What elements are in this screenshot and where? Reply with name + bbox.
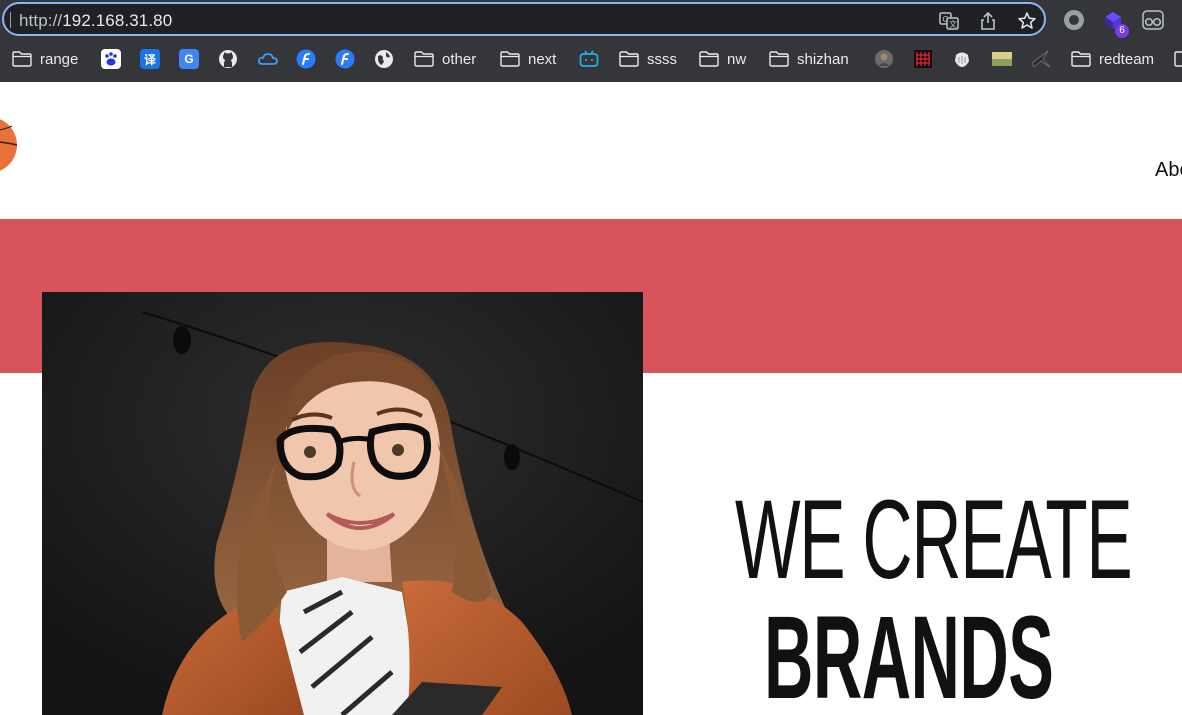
bookmark-label: next [528, 50, 557, 68]
bookmark-star-icon[interactable] [1016, 10, 1038, 32]
bookmark-red-grid[interactable] [913, 48, 933, 70]
bookmark-label: range [40, 50, 79, 68]
baidu-paw-icon [101, 49, 121, 69]
bookmark-translate-yi[interactable]: 译 [140, 48, 160, 70]
folder-icon [769, 51, 789, 67]
bookmark-cloud[interactable] [257, 48, 279, 70]
browser-chrome: http://192.168.31.80 G文 6 range 译 G othe… [0, 0, 1182, 82]
bookmark-label: nw [727, 50, 747, 68]
bookmark-folder-redteam[interactable]: redteam [1071, 48, 1154, 70]
red-grid-icon [914, 50, 932, 68]
bookmark-google-translate[interactable]: G [179, 48, 199, 70]
bookmark-folder-ssss[interactable]: ssss [619, 48, 677, 70]
cloud-icon [257, 53, 278, 65]
translate-yi-icon: 译 [140, 49, 160, 69]
thumbnail-icon [992, 52, 1012, 66]
hero-headline-light: WE CREATE [735, 477, 1133, 602]
folder-icon [414, 51, 434, 67]
hero-headline-bold: BRANDS [764, 592, 1054, 715]
bilibili-tv-icon [579, 50, 599, 67]
bookmark-white-creature[interactable] [952, 48, 972, 70]
bookmark-bilibili[interactable] [579, 48, 599, 70]
bookmark-folder-nw[interactable]: nw [699, 48, 746, 70]
bookmark-label: other [442, 50, 477, 68]
folder-icon [500, 51, 520, 67]
bookmark-dark-bird[interactable] [1030, 48, 1052, 70]
bookmark-folder-next[interactable]: next [500, 48, 556, 70]
bookmark-avatar[interactable] [874, 48, 894, 70]
bookmark-folder-shizhan[interactable]: shizhan [769, 48, 849, 70]
white-creature-icon [955, 52, 969, 67]
woman-portrait-image [42, 292, 643, 715]
globe-icon [375, 50, 393, 68]
folder-icon [1071, 51, 1091, 67]
bookmark-label: redteam [1099, 50, 1155, 68]
hero-photo [42, 292, 643, 715]
site-header: Abo [0, 82, 1182, 219]
folder-icon [699, 51, 719, 67]
bookmark-github[interactable] [218, 48, 238, 70]
basketball-logo-icon[interactable] [0, 114, 18, 176]
bookmark-blue-f-2[interactable] [335, 48, 355, 70]
address-bar[interactable]: http://192.168.31.80 G文 [2, 2, 1046, 36]
bookmark-folder-range[interactable]: range [12, 48, 78, 70]
record-extension-icon[interactable] [1062, 8, 1086, 32]
blue-f-icon [335, 49, 355, 69]
bookmark-folder-other[interactable]: other [414, 48, 476, 70]
bookmark-label: shizhan [797, 50, 849, 68]
extension-badge: 6 [1115, 24, 1129, 38]
blue-f-icon [296, 49, 316, 69]
avatar-thumb-icon [875, 50, 893, 68]
folder-icon [12, 51, 32, 67]
bookmark-thumbnail[interactable] [991, 48, 1013, 70]
translate-page-icon[interactable]: G文 [938, 10, 960, 32]
dark-bird-icon [1031, 50, 1051, 68]
github-icon [219, 50, 237, 68]
svg-text:文: 文 [949, 19, 957, 29]
bookmark-baidu[interactable] [101, 48, 121, 70]
bookmark-label: ssss [647, 50, 677, 68]
share-icon[interactable] [977, 10, 999, 32]
bookmark-blue-f-1[interactable] [296, 48, 316, 70]
bookmark-overflow-folder[interactable] [1174, 48, 1182, 70]
google-translate-icon: G [179, 49, 199, 69]
url-host: 192.168.31.80 [62, 11, 173, 30]
folder-icon [1174, 51, 1182, 67]
text-caret [10, 12, 11, 28]
purple-extension-icon[interactable]: 6 [1101, 8, 1129, 38]
folder-icon [619, 51, 639, 67]
glasses-extension-icon[interactable] [1141, 8, 1165, 32]
nav-link-about[interactable]: Abo [1155, 159, 1182, 182]
url-text[interactable]: http://192.168.31.80 [19, 11, 172, 31]
bookmark-globe[interactable] [374, 48, 394, 70]
bookmarks-bar: range 译 G other next ssss nw shizhan red… [0, 42, 1182, 76]
url-protocol: http:// [19, 11, 63, 30]
